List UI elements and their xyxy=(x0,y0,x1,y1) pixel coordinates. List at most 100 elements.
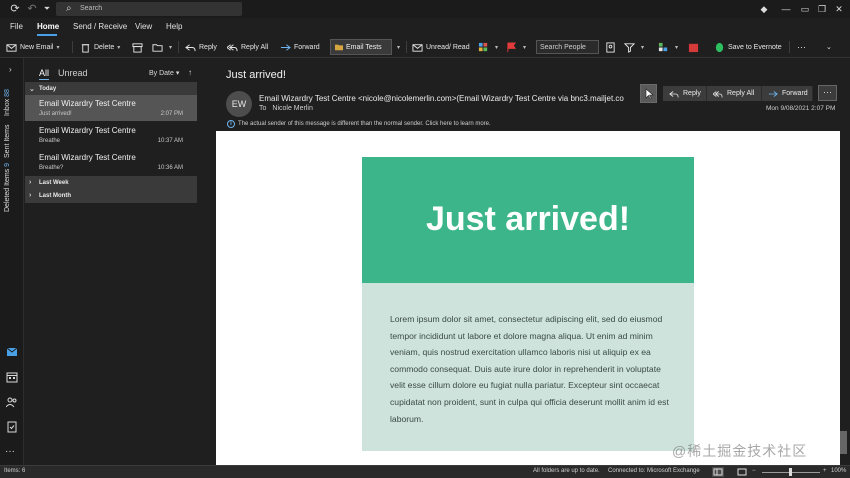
save-to-evernote-button[interactable]: Save to Evernote xyxy=(714,40,782,54)
zoom-in-button[interactable]: + xyxy=(823,468,827,474)
ribbon-expand-button[interactable]: ⌄ xyxy=(826,40,832,54)
address-book-button[interactable] xyxy=(605,40,619,54)
rail-deleted-items[interactable]: Deleted Items 9 xyxy=(4,163,11,212)
items-count: Items: 6 xyxy=(4,468,26,474)
to-label: To xyxy=(259,105,267,112)
scrollbar-thumb[interactable] xyxy=(840,431,847,454)
new-email-icon xyxy=(6,43,17,52)
forward-button[interactable]: Forward xyxy=(762,86,813,101)
message-time: 2:07 PM xyxy=(160,111,183,117)
recipient-line: To Nicole Merlin xyxy=(259,105,313,112)
group-last-month[interactable]: › Last Month xyxy=(25,189,197,202)
menu-help[interactable]: Help xyxy=(166,22,182,31)
move-folder-icon xyxy=(152,43,163,52)
zoom-level: 100% xyxy=(831,468,847,474)
calendar-icon[interactable] xyxy=(6,371,18,383)
zoom-out-button[interactable]: − xyxy=(752,468,756,474)
sync-icon[interactable]: ⟳ xyxy=(9,3,21,15)
people-icon[interactable] xyxy=(6,396,18,408)
list-item[interactable]: Email Wizardry Test Centre Breathe 10:37… xyxy=(25,122,197,148)
sort-direction-icon[interactable]: ↑ xyxy=(188,68,192,77)
group-label: Last Week xyxy=(39,179,69,186)
restore-icon[interactable]: ❐ xyxy=(815,2,829,16)
list-item[interactable]: Email Wizardry Test Centre Just arrived!… xyxy=(25,95,197,121)
ribbon-more-button[interactable]: ··· xyxy=(797,40,806,54)
title-bar: ⟳ ↶ ⏷ ⌕ Search ◆ — ▭ ❐ ✕ xyxy=(0,0,850,18)
categorize-button[interactable]: ▾ xyxy=(478,40,498,54)
office-addin-button[interactable] xyxy=(688,40,702,54)
more-apps-icon[interactable]: ··· xyxy=(5,446,15,457)
archive-button[interactable] xyxy=(132,40,146,54)
minimize-icon[interactable]: — xyxy=(779,2,793,16)
search-people-input[interactable]: Search People xyxy=(536,40,599,54)
more-actions-button[interactable]: ··· xyxy=(818,85,837,101)
deleted-count: 9 xyxy=(4,162,11,167)
message-subject-heading: Just arrived! xyxy=(226,69,286,81)
sender-warning[interactable]: i The actual sender of this message is d… xyxy=(227,120,491,128)
filter-email-button[interactable]: ▾ xyxy=(624,40,644,54)
flag-button[interactable]: ▾ xyxy=(506,40,526,54)
connection-status: Connected to: Microsoft Exchange xyxy=(608,468,700,474)
menu-view[interactable]: View xyxy=(135,22,152,31)
inbox-label: Inbox xyxy=(4,98,11,116)
tasks-icon[interactable] xyxy=(6,421,18,433)
reaction-button[interactable] xyxy=(640,84,657,103)
reply-all-button[interactable]: Reply All xyxy=(707,86,762,101)
filter-icon xyxy=(624,42,635,53)
quick-steps-dropdown[interactable]: ▾ xyxy=(394,40,400,54)
rail-inbox[interactable]: Inbox 88 xyxy=(4,89,11,116)
avatar[interactable]: EW xyxy=(226,91,252,117)
sort-dropdown[interactable]: By Date ▾ xyxy=(149,69,179,77)
tab-all[interactable]: All xyxy=(39,68,49,78)
search-icon: ⌕ xyxy=(66,3,72,14)
info-icon: i xyxy=(227,120,235,128)
rail-sent-items[interactable]: Sent Items xyxy=(4,125,11,158)
status-bar: Items: 6 All folders are up to date. Con… xyxy=(0,465,850,478)
new-email-button[interactable]: New Email ▾ xyxy=(6,40,59,54)
message-list: All Unread By Date ▾ ↑ ⌄ Today Email Wiz… xyxy=(25,58,198,465)
ribbon-separator xyxy=(72,41,73,53)
move-button[interactable]: ▾ xyxy=(152,40,172,54)
watermark: @稀土掘金技术社区 xyxy=(672,443,808,459)
email-tests-label: Email Tests xyxy=(346,43,382,51)
normal-view-button[interactable] xyxy=(712,467,724,477)
reply-all-button[interactable]: Reply All xyxy=(227,40,268,54)
reading-view-button[interactable] xyxy=(736,467,748,477)
reply-all-label: Reply All xyxy=(727,90,755,97)
expand-folders-icon[interactable]: › xyxy=(9,65,12,74)
menu-home[interactable]: Home xyxy=(37,22,59,31)
to-name[interactable]: Nicole Merlin xyxy=(272,105,312,112)
message-time: 10:37 AM xyxy=(157,138,183,144)
search-box[interactable]: ⌕ Search xyxy=(56,2,242,16)
reply-button[interactable]: Reply xyxy=(663,86,707,101)
address-book-icon xyxy=(606,41,615,53)
group-today[interactable]: ⌄ Today xyxy=(25,82,197,95)
menu-file[interactable]: File xyxy=(10,22,23,31)
reply-button[interactable]: Reply xyxy=(185,40,217,54)
list-item[interactable]: Email Wizardry Test Centre Breathe? 10:3… xyxy=(25,149,197,175)
deleted-items-label: Deleted Items xyxy=(4,168,11,212)
reply-icon xyxy=(185,43,196,51)
message-time: 10:36 AM xyxy=(157,165,183,171)
chevron-down-icon: ⌄ xyxy=(29,85,35,93)
delete-button[interactable]: Delete ▾ xyxy=(80,40,120,54)
addin-button[interactable]: ▾ xyxy=(658,40,678,54)
tab-unread[interactable]: Unread xyxy=(58,68,88,78)
tab-all-underline xyxy=(39,79,49,80)
message-subject: Breathe? xyxy=(39,165,64,171)
tile-icon[interactable]: ▭ xyxy=(798,2,812,16)
sender-line[interactable]: Email Wizardry Test Centre <nicole@nicol… xyxy=(259,94,624,103)
menu-bar: File Home Send / Receive View Help xyxy=(0,18,850,38)
undo-icon[interactable]: ↶ xyxy=(26,3,38,15)
unread-read-button[interactable]: Unread/ Read xyxy=(412,40,470,54)
quick-step-email-tests[interactable]: Email Tests xyxy=(330,39,392,55)
diamond-icon[interactable]: ◆ xyxy=(757,2,771,16)
reading-pane: Just arrived! EW Email Wizardry Test Cen… xyxy=(198,58,850,465)
quick-access-dropdown-icon[interactable]: ⏷ xyxy=(41,3,53,15)
mail-icon[interactable] xyxy=(6,346,18,358)
zoom-slider-thumb[interactable] xyxy=(789,468,792,476)
forward-button[interactable]: Forward xyxy=(280,40,320,54)
menu-send-receive[interactable]: Send / Receive xyxy=(73,22,127,31)
group-last-week[interactable]: › Last Week xyxy=(25,176,197,189)
close-icon[interactable]: ✕ xyxy=(832,2,846,16)
